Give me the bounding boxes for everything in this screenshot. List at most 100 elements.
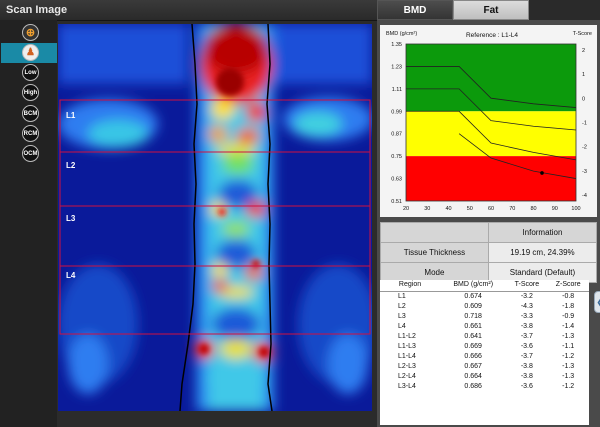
low-button-label: Low — [24, 69, 37, 76]
chart-title: Reference : L1-L4 — [466, 32, 518, 39]
x-tick: 80 — [530, 206, 536, 212]
cell-z-score: -1.4 — [562, 323, 575, 330]
rcm-button[interactable]: RCM — [22, 125, 39, 142]
spine-scan-image[interactable] — [58, 24, 372, 411]
col-z-score: Z-Score — [547, 280, 589, 292]
cell-t-score: -3.6 — [520, 383, 533, 390]
table-row: L4 0.661 -3.8 -1.4 — [380, 322, 589, 332]
y-axis-label-right: T-Score — [573, 31, 592, 37]
y-tick-right: 2 — [582, 48, 585, 54]
bmd-chart-svg: 1.35 1.23 1.11 0.99 0.87 0.75 0.63 0.51 2 1 0 -1 -2 -… — [386, 31, 592, 212]
cell-t-score: -3.7 — [520, 353, 533, 360]
tab-bmd[interactable]: BMD — [377, 0, 453, 20]
table-row: L3 0.718 -3.3 -0.9 — [380, 312, 589, 322]
y-tick-left: 0.99 — [391, 109, 402, 115]
y-tick-right: -1 — [582, 121, 587, 127]
table-row: L1-L3 0.669 -3.6 -1.1 — [380, 342, 589, 352]
results-panel: Region BMD (g/cm²) T-Score Z-Score L1 0.6… — [380, 280, 589, 425]
cell-bmd: 0.667 — [464, 363, 482, 370]
tab-fat[interactable]: Fat — [453, 0, 529, 20]
region-label-l1: L1 — [66, 111, 76, 120]
tool-column — [0, 20, 57, 427]
tab-bar-filler — [529, 0, 600, 20]
x-tick: 30 — [424, 206, 430, 212]
y-tick-left: 1.11 — [392, 87, 402, 93]
tissue-thickness-label: Tissue Thickness — [380, 242, 489, 263]
band-osteoporosis — [406, 156, 576, 201]
ocm-button-label: OCM — [23, 150, 38, 157]
x-tick: 20 — [403, 206, 409, 212]
cell-t-score: -4.3 — [520, 303, 533, 310]
col-bmd: BMD (g/cm²) — [440, 280, 507, 292]
cell-bmd: 0.664 — [464, 373, 482, 380]
y-tick-left: 0.75 — [391, 154, 402, 160]
y-tick-right: -3 — [582, 169, 587, 175]
high-button[interactable]: High — [22, 84, 39, 101]
crosshair-tool[interactable]: ⊕ — [22, 24, 39, 41]
cell-region: L2 — [398, 303, 406, 310]
band-normal — [406, 44, 576, 112]
band-osteopenia — [406, 111, 576, 157]
col-region: Region — [380, 280, 441, 292]
tissue-thickness-value: 19.19 cm, 24.39% — [487, 242, 598, 263]
info-header-spacer — [380, 222, 489, 243]
information-table: Information Tissue Thickness 19.19 cm, 2… — [380, 222, 598, 283]
table-row: L3-L4 0.686 -3.6 -1.2 — [380, 382, 589, 392]
cell-region: L1 — [398, 293, 406, 300]
x-tick: 60 — [488, 206, 494, 212]
scan-heatmap — [58, 24, 372, 411]
cell-z-score: -1.3 — [562, 333, 575, 340]
cell-region: L1-L4 — [398, 353, 416, 360]
table-row: L1-L2 0.641 -3.7 -1.3 — [380, 332, 589, 342]
region-label-l4: L4 — [66, 271, 76, 280]
cell-t-score: -3.3 — [520, 313, 533, 320]
cell-t-score: -3.8 — [520, 323, 533, 330]
cell-t-score: -3.8 — [520, 363, 533, 370]
low-button[interactable]: Low — [22, 64, 39, 81]
cell-bmd: 0.669 — [464, 343, 482, 350]
analysis-panel: BMD Fat 1.35 1.23 1.11 0.99 0.87 0.75 0.63 0.51… — [377, 0, 600, 427]
cell-z-score: -1.3 — [562, 363, 575, 370]
cell-region: L3 — [398, 313, 406, 320]
cell-z-score: -0.8 — [562, 293, 575, 300]
expand-panel-button[interactable]: ❮ — [594, 291, 600, 313]
x-tick: 100 — [571, 206, 580, 212]
cell-bmd: 0.666 — [464, 353, 482, 360]
cell-region: L2-L3 — [398, 363, 416, 370]
crosshair-icon: ⊕ — [25, 27, 36, 39]
cell-t-score: -3.8 — [520, 373, 533, 380]
scan-image-title: Scan Image — [6, 4, 68, 16]
region-label-l2: L2 — [66, 161, 76, 170]
y-tick-left: 0.87 — [391, 132, 402, 138]
cell-region: L2-L4 — [398, 373, 416, 380]
high-button-label: High — [23, 89, 38, 96]
cell-z-score: -1.3 — [562, 373, 575, 380]
cell-t-score: -3.2 — [520, 293, 533, 300]
cell-t-score: -3.6 — [520, 343, 533, 350]
body-tool[interactable]: ♟ — [22, 44, 39, 61]
table-row: L1 0.674 -3.2 -0.8 — [380, 292, 589, 303]
cell-t-score: -3.7 — [520, 333, 533, 340]
cell-z-score: -1.2 — [562, 383, 575, 390]
cell-bmd: 0.686 — [464, 383, 482, 390]
bmd-reference-chart: 1.35 1.23 1.11 0.99 0.87 0.75 0.63 0.51 2 1 0 -1 -2 -… — [380, 25, 597, 217]
y-tick-left: 0.51 — [391, 199, 402, 205]
cell-bmd: 0.641 — [464, 333, 482, 340]
cell-region: L1-L3 — [398, 343, 416, 350]
bcm-button[interactable]: BCM — [22, 105, 39, 122]
x-tick: 70 — [509, 206, 515, 212]
x-tick: 50 — [467, 206, 473, 212]
y-tick-right: -4 — [582, 193, 587, 199]
x-tick: 40 — [445, 206, 451, 212]
bcm-button-label: BCM — [23, 110, 38, 117]
rcm-button-label: RCM — [23, 130, 38, 137]
ocm-button[interactable]: OCM — [22, 145, 39, 162]
y-tick-right: 0 — [582, 96, 585, 102]
cell-bmd: 0.661 — [464, 323, 482, 330]
info-header: Information — [487, 222, 598, 243]
cell-z-score: -0.9 — [562, 313, 575, 320]
table-row: L2 0.609 -4.3 -1.8 — [380, 302, 589, 312]
region-label-l3: L3 — [66, 214, 76, 223]
cell-z-score: -1.2 — [562, 353, 575, 360]
y-tick-left: 0.63 — [391, 177, 402, 183]
